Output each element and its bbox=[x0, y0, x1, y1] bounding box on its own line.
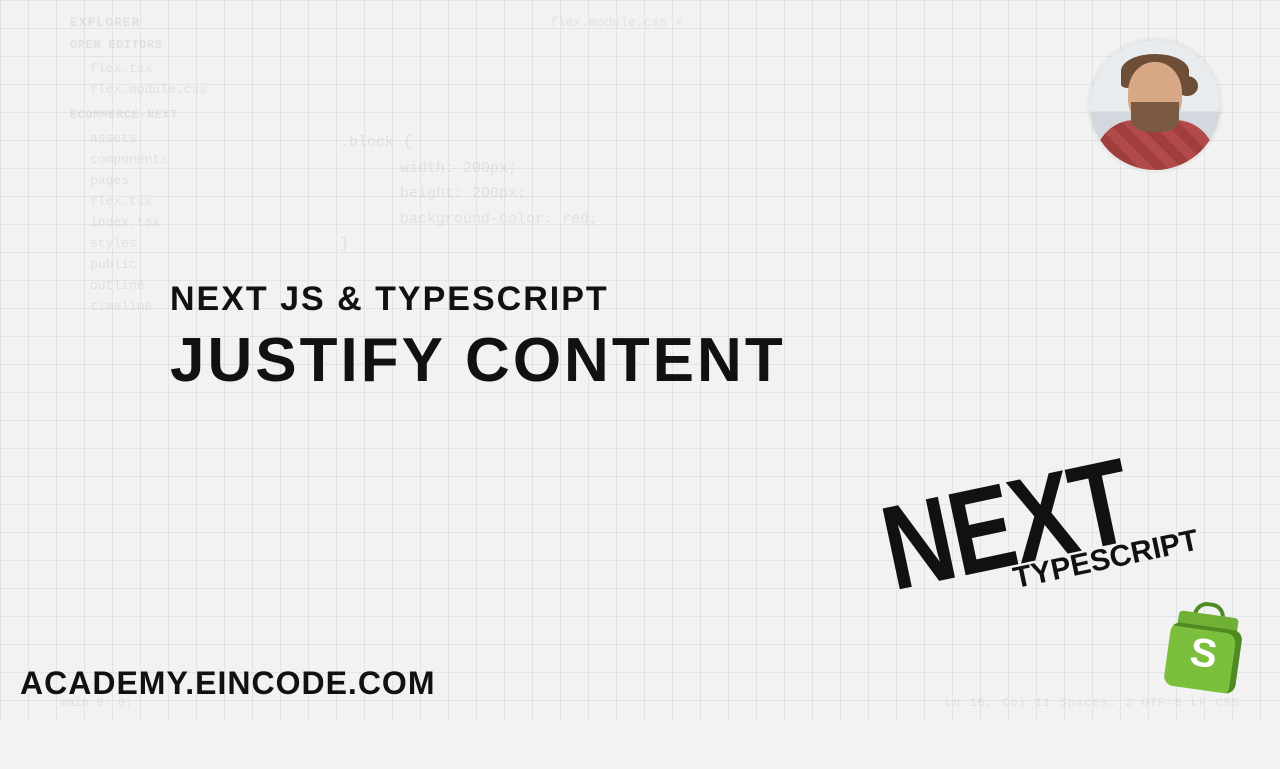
explorer-heading: EXPLORER bbox=[70, 15, 310, 30]
presenter-avatar bbox=[1090, 40, 1220, 170]
open-editors-heading: OPEN EDITORS bbox=[70, 38, 310, 52]
open-editor-item: flex.tsx bbox=[70, 58, 310, 79]
title-block: NEXT JS & TYPESCRIPT JUSTIFY CONTENT bbox=[170, 280, 786, 396]
code-line: height: 200px; bbox=[340, 181, 598, 207]
editor-tab: flex.module.css × bbox=[550, 15, 683, 30]
lesson-title: JUSTIFY CONTENT bbox=[170, 325, 786, 396]
code-line: .block { bbox=[340, 130, 598, 156]
code-line: width: 200px; bbox=[340, 156, 598, 182]
shopify-bag-icon: S bbox=[1163, 607, 1245, 694]
tree-item: styles bbox=[70, 233, 310, 254]
tree-item: public bbox=[70, 254, 310, 275]
footer-url: ACADEMY.EINCODE.COM bbox=[20, 665, 435, 702]
tree-item: components bbox=[70, 149, 310, 170]
open-editor-item: flex.module.css bbox=[70, 79, 310, 100]
code-line: } bbox=[340, 232, 598, 258]
tree-item: pages bbox=[70, 170, 310, 191]
tree-item: index.tsx bbox=[70, 212, 310, 233]
tree-item: flex.tsx bbox=[70, 191, 310, 212]
course-subtitle: NEXT JS & TYPESCRIPT bbox=[170, 280, 786, 319]
project-heading: ECOMMERCE-NEXT bbox=[70, 108, 310, 122]
tree-item: assets bbox=[70, 128, 310, 149]
code-line: background-color: red; bbox=[340, 207, 598, 233]
